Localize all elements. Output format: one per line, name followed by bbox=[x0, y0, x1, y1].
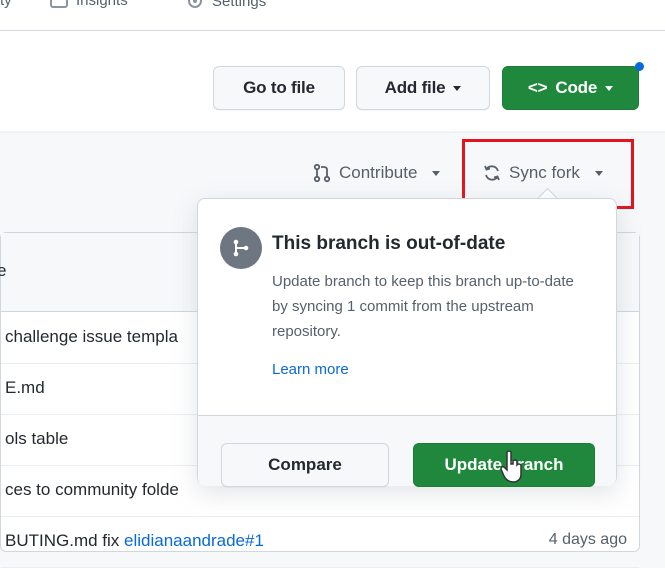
commit-message[interactable]: challenge issue templa bbox=[5, 327, 178, 347]
learn-more-link[interactable]: Learn more bbox=[272, 361, 349, 378]
commit-date: 4 days ago bbox=[548, 531, 627, 548]
repo-nav: ty Insights Settings bbox=[0, 0, 665, 31]
add-file-label: Add file bbox=[384, 78, 446, 97]
contribute-label: Contribute bbox=[339, 163, 418, 182]
code-button[interactable]: <> Code bbox=[502, 66, 639, 110]
chevron-down-icon bbox=[432, 170, 441, 176]
commit-message-text: BUTING.md fix bbox=[5, 531, 125, 550]
commit-message[interactable]: ces to community folde bbox=[5, 480, 179, 500]
contribute-button[interactable]: Contribute bbox=[312, 163, 441, 183]
table-row[interactable]: BUTING.md fix elidianaandrade#1 4 days a… bbox=[1, 516, 639, 568]
code-label: Code bbox=[555, 78, 598, 97]
go-to-file-button[interactable]: Go to file bbox=[213, 66, 345, 110]
gear-icon bbox=[188, 0, 202, 8]
repo-nav-item-settings[interactable]: Settings bbox=[186, 0, 266, 10]
popover-title: This branch is out-of-date bbox=[272, 233, 506, 254]
sync-fork-popover: This branch is out-of-date Update branch… bbox=[197, 198, 617, 487]
notification-dot bbox=[635, 62, 644, 71]
add-file-button[interactable]: Add file bbox=[356, 66, 490, 110]
code-icon: <> bbox=[527, 78, 548, 97]
popover-description: Update branch to keep this branch up-to-… bbox=[272, 273, 574, 340]
compare-label: Compare bbox=[268, 455, 342, 474]
compare-button[interactable]: Compare bbox=[221, 443, 389, 487]
file-list-header-text: e bbox=[0, 261, 7, 280]
chevron-down-icon bbox=[605, 85, 614, 91]
chevron-down-icon bbox=[453, 85, 462, 91]
repo-nav-item-insights[interactable]: Insights bbox=[50, 0, 128, 9]
repo-nav-label: Insights bbox=[76, 0, 128, 9]
go-to-file-label: Go to file bbox=[243, 78, 315, 97]
pull-request-icon bbox=[313, 163, 331, 183]
commit-link[interactable]: elidianaandrade#1 bbox=[124, 531, 264, 550]
graph-icon bbox=[50, 0, 68, 8]
repo-nav-label: Settings bbox=[212, 0, 267, 10]
repo-nav-item-activity[interactable]: ty bbox=[0, 0, 12, 9]
git-branch-icon bbox=[220, 227, 262, 269]
hand-cursor-icon bbox=[500, 450, 522, 483]
repo-nav-label: ty bbox=[0, 0, 12, 9]
commit-message[interactable]: BUTING.md fix elidianaandrade#1 bbox=[5, 531, 264, 551]
repo-header: Go to file Add file <> Code bbox=[0, 31, 665, 131]
popover-footer: Compare Update branch bbox=[198, 415, 616, 487]
commit-message[interactable]: ols table bbox=[5, 429, 68, 449]
commit-message[interactable]: E.md bbox=[5, 378, 45, 398]
